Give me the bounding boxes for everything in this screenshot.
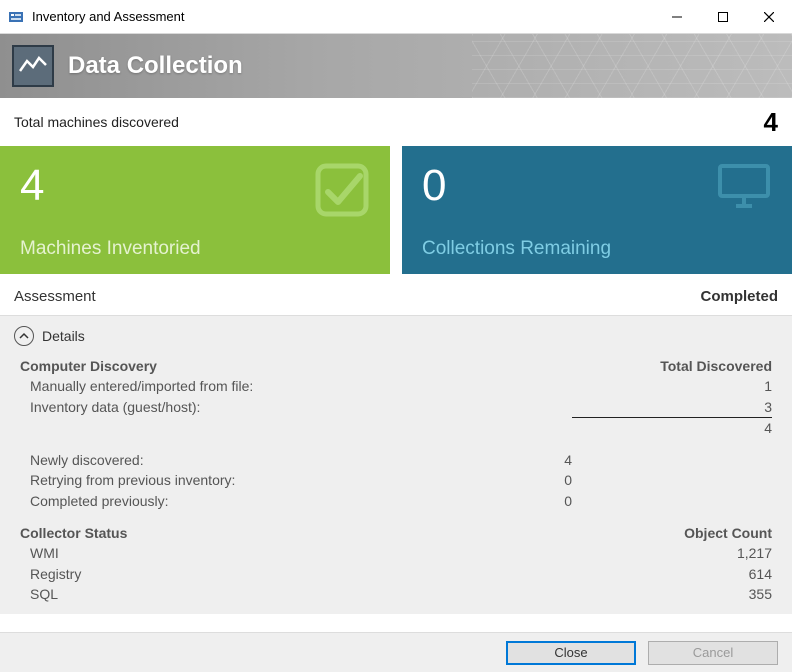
tile-inventoried: 4 Machines Inventoried	[0, 146, 390, 274]
chevron-up-icon	[14, 326, 34, 346]
collector-row: WMI 1,217	[20, 543, 772, 563]
total-label: Total machines discovered	[14, 114, 179, 130]
details-toggle[interactable]: Details	[14, 326, 778, 346]
monitor-icon	[716, 162, 772, 213]
app-icon	[8, 9, 24, 25]
row-value: 355	[572, 584, 772, 604]
chart-icon	[12, 45, 54, 87]
footer: Close Cancel	[0, 632, 792, 672]
row-value: 1,217	[572, 543, 772, 563]
collector-row: Registry 614	[20, 564, 772, 584]
close-button[interactable]	[746, 0, 792, 33]
assessment-row: Assessment Completed	[0, 274, 792, 315]
total-row: Total machines discovered 4	[0, 98, 792, 146]
details-section: Details Computer Discovery Total Discove…	[0, 315, 792, 614]
row-label: Retrying from previous inventory:	[30, 470, 452, 490]
discovery-extra-row: Completed previously: 0	[20, 491, 772, 511]
window-controls	[654, 0, 792, 33]
assessment-status: Completed	[700, 288, 778, 305]
discovery-total-label: Total Discovered	[572, 356, 772, 376]
row-label: Registry	[30, 564, 572, 584]
collector-header: Collector Status Object Count	[20, 523, 772, 543]
row-value: 4	[452, 450, 572, 470]
discovery-title: Computer Discovery	[20, 356, 572, 376]
total-value: 4	[764, 107, 778, 138]
row-value: 0	[452, 470, 572, 490]
details-label: Details	[42, 328, 85, 344]
checkbox-icon	[314, 162, 370, 221]
tile-remaining: 0 Collections Remaining	[402, 146, 792, 274]
row-label: Inventory data (guest/host):	[30, 397, 572, 417]
discovery-extra-row: Newly discovered: 4	[20, 450, 772, 470]
row-label: WMI	[30, 543, 572, 563]
close-dialog-button[interactable]: Close	[506, 641, 636, 665]
titlebar: Inventory and Assessment	[0, 0, 792, 34]
collector-row: SQL 355	[20, 584, 772, 604]
window-title: Inventory and Assessment	[32, 9, 654, 24]
collector-count-label: Object Count	[572, 523, 772, 543]
row-label: SQL	[30, 584, 572, 604]
row-label: Completed previously:	[30, 491, 452, 511]
discovery-sum: 4	[20, 417, 772, 438]
discovery-header: Computer Discovery Total Discovered	[20, 356, 772, 376]
row-label: Newly discovered:	[30, 450, 452, 470]
tile-inventoried-label: Machines Inventoried	[20, 238, 370, 260]
discovery-extra-row: Retrying from previous inventory: 0	[20, 470, 772, 490]
row-label: Manually entered/imported from file:	[30, 376, 572, 396]
assessment-label: Assessment	[14, 288, 96, 305]
banner: Data Collection	[0, 34, 792, 98]
discovery-row: Inventory data (guest/host): 3	[20, 397, 772, 417]
banner-title: Data Collection	[68, 52, 243, 80]
banner-pattern	[472, 34, 792, 98]
row-value: 3	[572, 397, 772, 417]
tiles: 4 Machines Inventoried 0 Collections Rem…	[0, 146, 792, 274]
discovery-row: Manually entered/imported from file: 1	[20, 376, 772, 396]
minimize-button[interactable]	[654, 0, 700, 33]
row-value: 1	[572, 376, 772, 396]
row-value: 0	[452, 491, 572, 511]
row-value: 614	[572, 564, 772, 584]
collector-title: Collector Status	[20, 523, 572, 543]
details-body: Computer Discovery Total Discovered Manu…	[14, 356, 778, 608]
maximize-button[interactable]	[700, 0, 746, 33]
cancel-button: Cancel	[648, 641, 778, 665]
tile-remaining-label: Collections Remaining	[422, 238, 772, 260]
discovery-sum-value: 4	[572, 417, 772, 438]
